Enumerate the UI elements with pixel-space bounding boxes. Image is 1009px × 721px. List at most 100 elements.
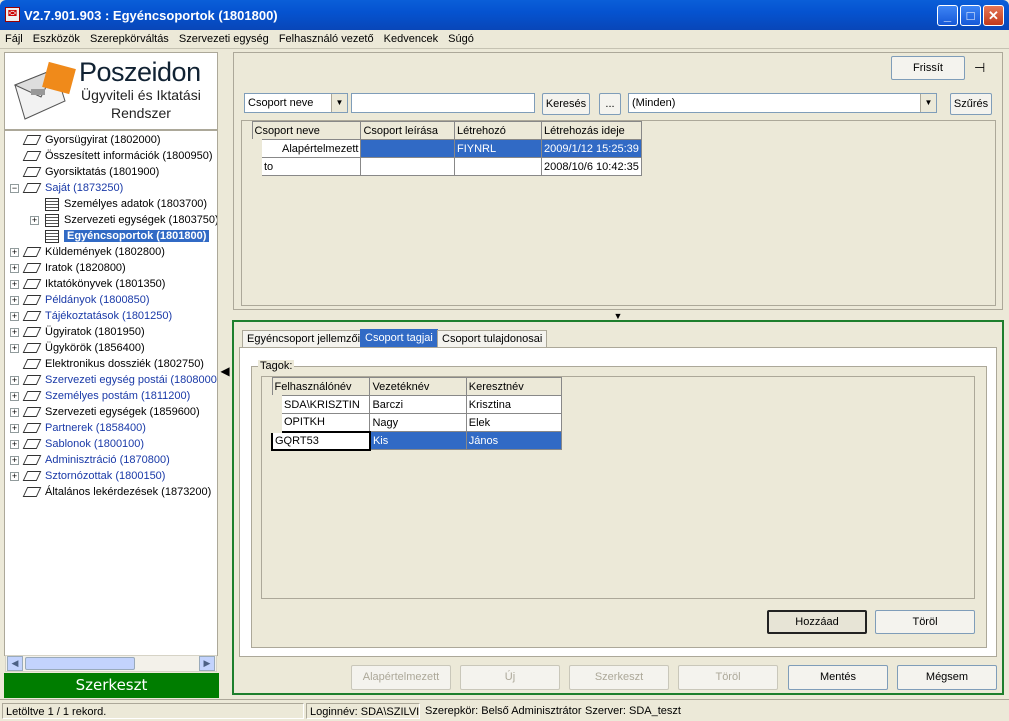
tree-item-selected[interactable]: Egyéncsoportok (1801800): [45, 228, 210, 244]
table-cell[interactable]: Alapértelmezett: [242, 139, 362, 158]
table-row[interactable]: Alapértelmezett FIYNRL 2009/1/12 15:25:3…: [242, 139, 642, 158]
tree-item[interactable]: + Iktatókönyvek (1801350): [10, 276, 165, 292]
set-default-button[interactable]: Alapértelmezett: [351, 665, 451, 690]
expand-icon[interactable]: +: [10, 408, 19, 417]
add-member-button[interactable]: Hozzáad: [767, 610, 867, 634]
more-button[interactable]: ...: [599, 93, 621, 115]
tree-item[interactable]: Gyorsiktatás (1801900): [22, 164, 159, 180]
tab-group-members[interactable]: Csoport tagjai: [360, 329, 438, 347]
table-cell[interactable]: Nagy: [369, 413, 467, 432]
column-header[interactable]: Csoport neve: [251, 121, 362, 140]
table-cell[interactable]: to: [242, 157, 362, 176]
remove-member-button[interactable]: Töröl: [875, 610, 975, 634]
tree-item[interactable]: + Szervezeti egységek (1803750): [30, 212, 217, 228]
table-cell[interactable]: OPITKH: [262, 413, 371, 432]
edit-button[interactable]: Szerkeszt: [569, 665, 669, 690]
table-row[interactable]: to 2008/10/6 10:42:35: [242, 157, 642, 176]
expand-icon[interactable]: +: [10, 376, 19, 385]
save-button[interactable]: Mentés: [788, 665, 888, 690]
minimize-button[interactable]: _: [937, 5, 958, 26]
tree-item[interactable]: + Tájékoztatások (1801250): [10, 308, 172, 324]
pin-icon[interactable]: ⊣: [974, 60, 985, 76]
column-header[interactable]: Felhasználónév: [271, 377, 371, 396]
table-cell[interactable]: [453, 157, 543, 176]
tree-item[interactable]: + Sztornózottak (1800150): [10, 468, 165, 484]
expand-icon[interactable]: +: [10, 328, 19, 337]
column-header[interactable]: Létrehozás ideje: [541, 121, 642, 140]
filter-button[interactable]: Szűrés: [950, 93, 992, 115]
expand-icon[interactable]: +: [10, 312, 19, 321]
expand-icon[interactable]: +: [10, 344, 19, 353]
expand-icon[interactable]: +: [10, 280, 19, 289]
collapse-left-panel-icon[interactable]: ◀: [219, 360, 231, 382]
tree-item[interactable]: + Partnerek (1858400): [10, 420, 146, 436]
expand-icon[interactable]: +: [30, 216, 39, 225]
table-row[interactable]: GQRT53 Kis János: [271, 430, 563, 451]
menu-user-leader[interactable]: Felhasználó vezető: [274, 30, 374, 45]
tree-item[interactable]: + Sablonok (1800100): [10, 436, 144, 452]
table-cell[interactable]: 2008/10/6 10:42:35: [541, 157, 642, 176]
search-field-select[interactable]: Csoport neve ▼: [244, 93, 348, 113]
tree-item[interactable]: Összesített információk (1800950): [22, 148, 213, 164]
refresh-button[interactable]: Frissít: [891, 56, 965, 80]
menu-help[interactable]: Súgó: [443, 30, 474, 45]
close-button[interactable]: ✕: [983, 5, 1004, 26]
maximize-button[interactable]: □: [960, 5, 981, 26]
expand-icon[interactable]: +: [10, 392, 19, 401]
scroll-left-icon[interactable]: ◀: [7, 656, 23, 671]
menu-favorites[interactable]: Kedvencek: [379, 30, 438, 45]
delete-button[interactable]: Töröl: [678, 665, 778, 690]
tree-item[interactable]: Személyes adatok (1803700): [45, 196, 207, 212]
table-cell[interactable]: GQRT53: [271, 430, 371, 451]
scroll-thumb[interactable]: [25, 657, 135, 670]
tree-item[interactable]: + Szervezeti egységek (1859600): [10, 404, 200, 420]
search-input[interactable]: [351, 93, 535, 113]
menu-file[interactable]: Fájl: [0, 30, 23, 45]
chevron-down-icon[interactable]: ▼: [331, 94, 347, 112]
table-cell[interactable]: Barczi: [369, 395, 467, 414]
tree-item[interactable]: Gyorsügyirat (1802000): [22, 132, 161, 148]
table-cell[interactable]: Krisztina: [465, 395, 563, 414]
tree-item[interactable]: Elektronikus dossziék (1802750): [22, 356, 204, 372]
tree-item[interactable]: + Iratok (1820800): [10, 260, 126, 276]
tree-item[interactable]: − Saját (1873250): [10, 180, 123, 196]
chevron-down-icon[interactable]: ▼: [920, 94, 936, 112]
table-cell[interactable]: [360, 157, 455, 176]
table-cell[interactable]: FIYNRL: [453, 139, 543, 158]
expand-icon[interactable]: +: [10, 424, 19, 433]
column-header[interactable]: Létrehozó: [453, 121, 543, 140]
filter-select[interactable]: (Minden) ▼: [628, 93, 937, 113]
table-cell[interactable]: [360, 139, 455, 158]
expand-icon[interactable]: +: [10, 440, 19, 449]
menu-tools[interactable]: Eszközök: [28, 30, 80, 45]
tree-item[interactable]: + Küldemények (1802800): [10, 244, 165, 260]
app-icon[interactable]: ✉: [5, 7, 20, 22]
expand-icon[interactable]: +: [10, 456, 19, 465]
tree-item[interactable]: + Ügykörök (1856400): [10, 340, 145, 356]
scroll-right-icon[interactable]: ▶: [199, 656, 215, 671]
expand-icon[interactable]: +: [10, 248, 19, 257]
tab-group-properties[interactable]: Egyéncsoport jellemzői: [242, 330, 366, 348]
tree-item[interactable]: + Adminisztráció (1870800): [10, 452, 170, 468]
search-button[interactable]: Keresés: [542, 93, 590, 115]
table-row[interactable]: SDA\KRISZTIN Barczi Krisztina: [262, 395, 563, 414]
menu-org-unit[interactable]: Szervezeti egység: [174, 30, 269, 45]
tree-horizontal-scrollbar[interactable]: ◀ ▶: [5, 655, 217, 672]
column-header[interactable]: Vezetéknév: [369, 377, 467, 396]
tree-item[interactable]: + Szervezeti egység postái (1808000): [10, 372, 217, 388]
expand-icon[interactable]: +: [10, 264, 19, 273]
tree-item[interactable]: + Ügyiratok (1801950): [10, 324, 145, 340]
edit-mode-button[interactable]: Szerkeszt: [4, 673, 219, 698]
expand-icon[interactable]: +: [10, 472, 19, 481]
tree-item[interactable]: Általános lekérdezések (1873200): [22, 484, 211, 500]
table-cell[interactable]: 2009/1/12 15:25:39: [541, 139, 642, 158]
new-button[interactable]: Új: [460, 665, 560, 690]
table-row[interactable]: OPITKH Nagy Elek: [262, 413, 563, 432]
column-header[interactable]: Csoport leírása: [360, 121, 455, 140]
tree-item[interactable]: + Példányok (1800850): [10, 292, 150, 308]
collapse-icon[interactable]: −: [10, 184, 19, 193]
column-header[interactable]: Keresztnév: [465, 377, 563, 396]
tree-item[interactable]: + Személyes postám (1811200): [10, 388, 190, 404]
expand-icon[interactable]: +: [10, 296, 19, 305]
table-cell[interactable]: János: [465, 431, 563, 450]
